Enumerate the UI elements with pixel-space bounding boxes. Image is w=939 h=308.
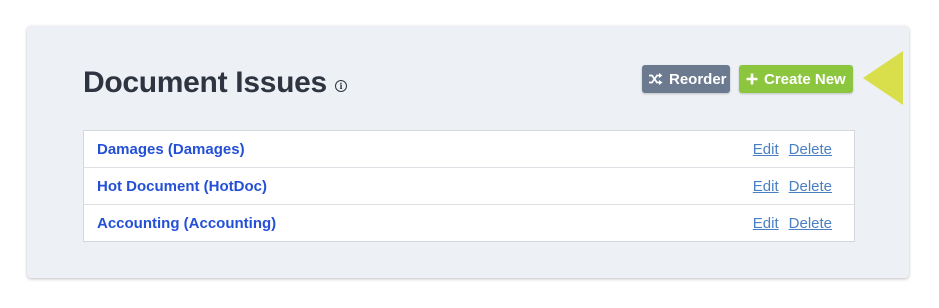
issues-list: Damages (Damages) Edit Delete Hot Docume… [83,130,855,242]
page-title-row: Document Issues i [83,66,347,100]
delete-link[interactable]: Delete [789,141,832,158]
delete-link[interactable]: Delete [789,215,832,232]
edit-link[interactable]: Edit [753,215,779,232]
callout-arrow-icon [863,51,903,105]
page-title: Document Issues [83,66,327,99]
document-issues-panel: Document Issues i Reorder Create New Dam… [27,26,909,278]
list-item: Hot Document (HotDoc) Edit Delete [84,168,854,205]
edit-link[interactable]: Edit [753,141,779,158]
create-new-label: Create New [764,70,846,88]
row-actions: Edit Delete [753,141,832,158]
reorder-label: Reorder [669,70,727,88]
issue-name-link[interactable]: Accounting (Accounting) [97,215,276,232]
plus-icon [746,73,758,85]
create-new-button[interactable]: Create New [739,65,853,93]
delete-link[interactable]: Delete [789,178,832,195]
row-actions: Edit Delete [753,178,832,195]
issue-name-link[interactable]: Damages (Damages) [97,141,245,158]
list-item: Accounting (Accounting) Edit Delete [84,205,854,241]
reorder-button[interactable]: Reorder [642,65,730,93]
list-item: Damages (Damages) Edit Delete [84,131,854,168]
edit-link[interactable]: Edit [753,178,779,195]
info-icon[interactable]: i [334,80,347,92]
shuffle-icon [649,73,663,85]
row-actions: Edit Delete [753,215,832,232]
issue-name-link[interactable]: Hot Document (HotDoc) [97,178,267,195]
